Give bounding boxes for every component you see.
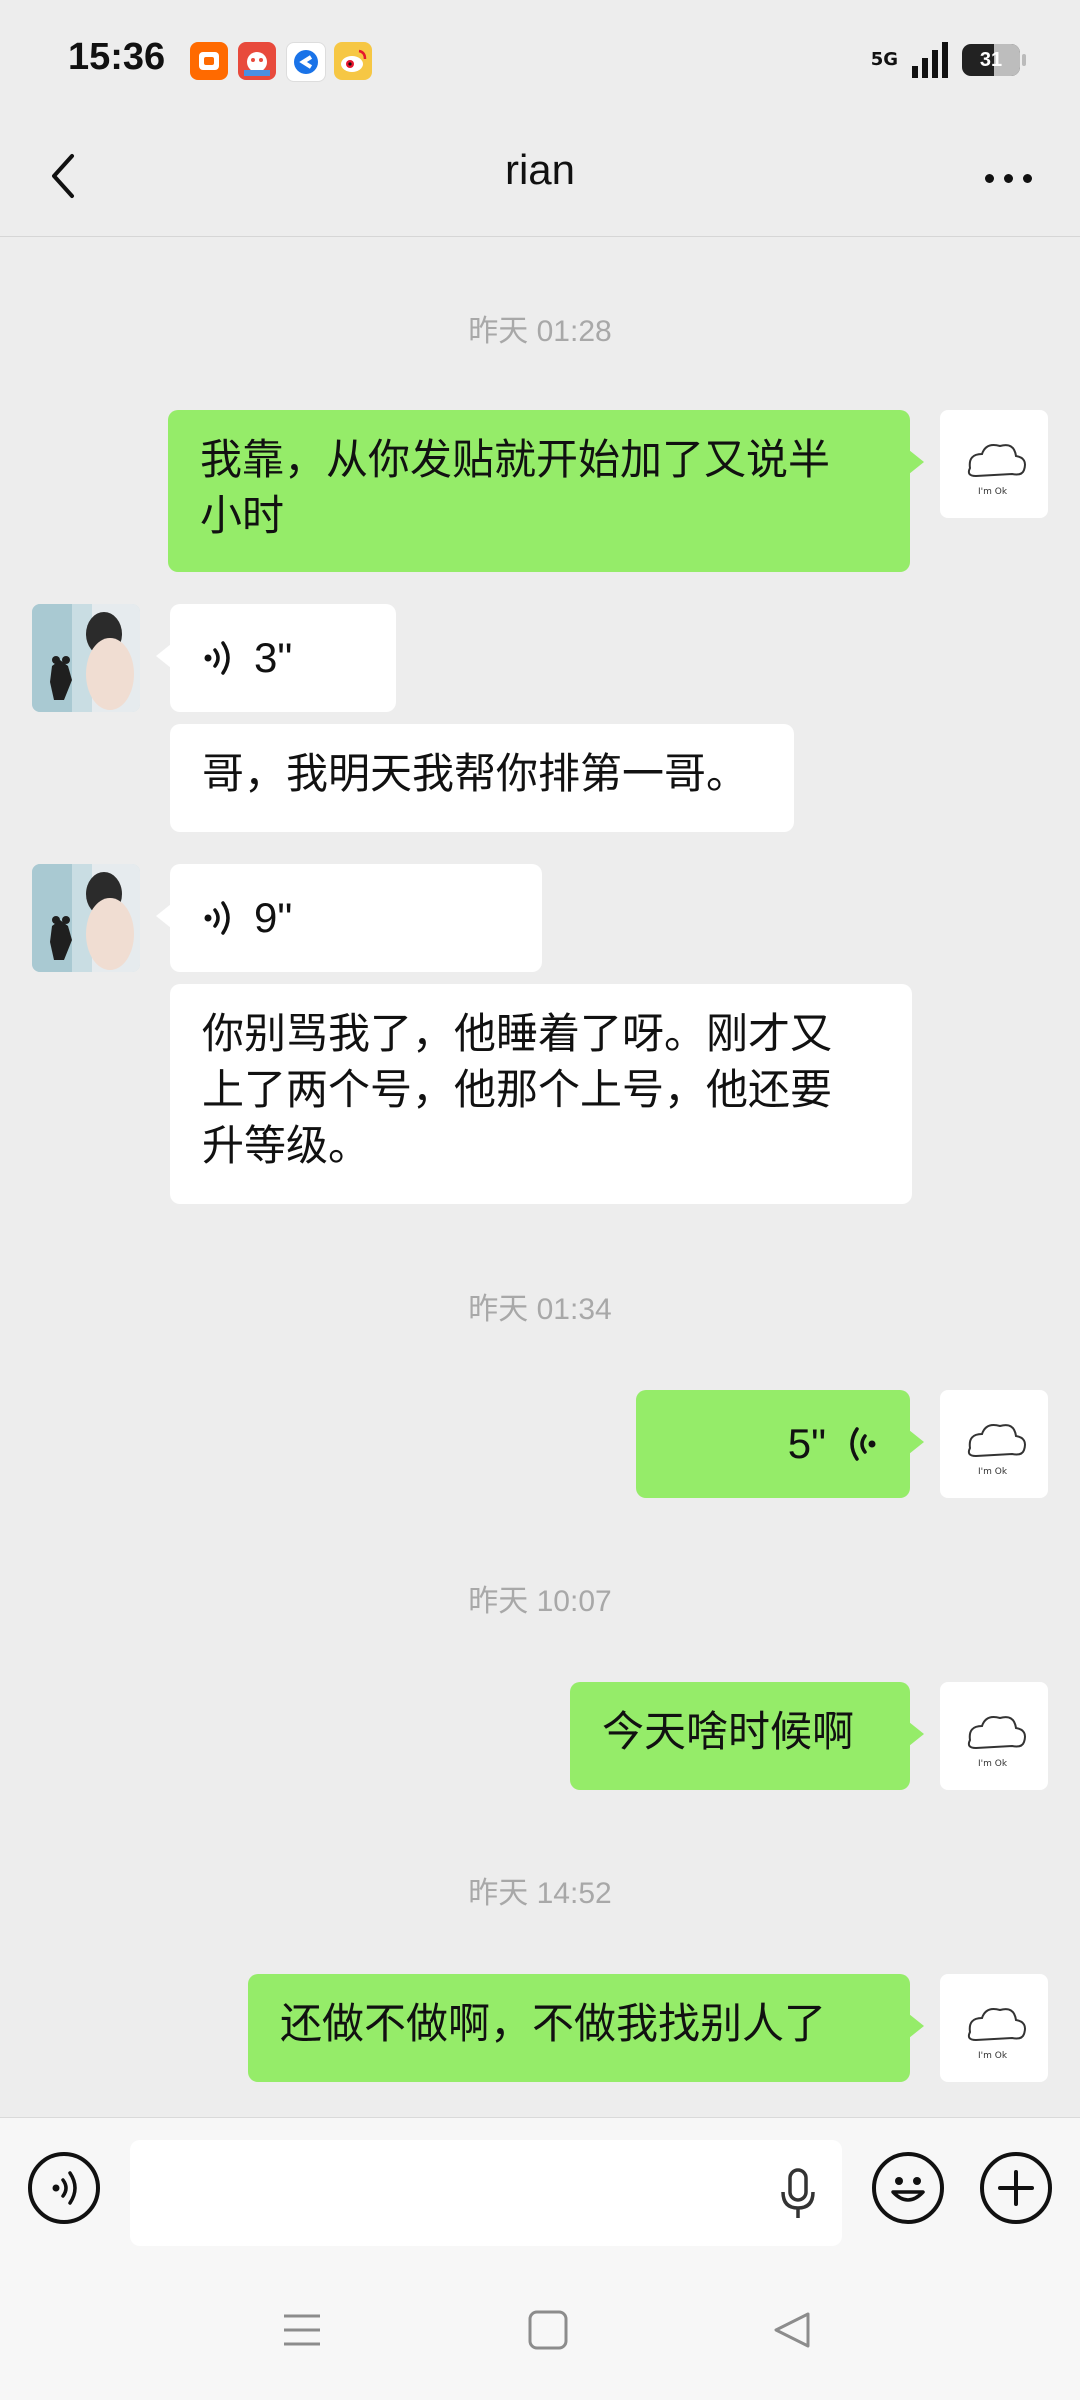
message-line: 小时	[200, 491, 285, 540]
contact-message-bubble[interactable]: 哥，我明天我帮你排第一哥。	[170, 724, 794, 832]
status-bar: 15:36 5G 31	[0, 0, 1080, 120]
timestamp: 昨天 10:07	[468, 1585, 612, 1618]
emoji-icon	[891, 2177, 925, 2202]
my-voice-message-bubble[interactable]: 5"	[636, 1390, 924, 1498]
message-line: 哥，我明天我帮你排第一哥。	[202, 749, 749, 798]
avatar-caption: I'm Ok	[978, 487, 1008, 497]
contact-message-bubble[interactable]: 你别骂我了，他睡着了呀。刚才又 上了两个号，他那个上号，他还要 升等级。	[170, 984, 912, 1204]
message-line: 上了两个号，他那个上号，他还要	[202, 1065, 833, 1114]
message-input[interactable]	[130, 2140, 842, 2246]
chat-title: rian	[504, 146, 576, 193]
more-icon	[984, 173, 994, 183]
avatar-caption: I'm Ok	[978, 1467, 1008, 1477]
status-time: 15:36	[68, 36, 166, 78]
my-message-bubble[interactable]: 今天啥时候啊	[570, 1682, 924, 1790]
my-message-bubble[interactable]: 还做不做啊，不做我找别人了	[248, 1974, 924, 2082]
timestamp: 昨天 01:34	[468, 1293, 612, 1326]
my-avatar[interactable]: I'm Ok	[940, 1390, 1048, 1498]
microphone-button[interactable]	[778, 2168, 818, 2220]
voice-wave-icon	[850, 1427, 876, 1461]
voice-mode-button[interactable]	[28, 2152, 100, 2224]
voice-wave-icon	[204, 901, 230, 935]
weibo-icon	[334, 42, 372, 80]
home-icon[interactable]	[526, 2308, 570, 2352]
voice-mode-icon	[52, 2171, 77, 2205]
avatar-caption: I'm Ok	[978, 1759, 1008, 1769]
signal-icon	[912, 42, 948, 78]
game-icon	[238, 42, 276, 80]
voice-message-bubble[interactable]: 9"	[156, 864, 542, 972]
voice-duration: 9"	[254, 894, 293, 941]
message-line: 我靠，从你发贴就开始加了又说半	[200, 435, 831, 484]
menu-icon[interactable]	[280, 2308, 324, 2352]
network-type: 5G	[870, 49, 898, 70]
more-button[interactable]	[976, 148, 1040, 208]
message-line: 你别骂我了，他睡着了呀。刚才又	[202, 1009, 833, 1058]
voice-message-bubble[interactable]: 3"	[156, 604, 396, 712]
message-line: 还做不做啊，不做我找别人了	[280, 1999, 827, 2048]
plus-icon	[998, 2170, 1034, 2206]
input-bar	[0, 2117, 1080, 2258]
voice-wave-icon	[204, 641, 230, 675]
timestamp: 昨天 01:28	[468, 315, 612, 348]
message-line: 今天啥时候啊	[602, 1707, 855, 1756]
browser-icon	[286, 42, 326, 82]
back-triangle-icon[interactable]	[770, 2308, 814, 2352]
plus-button[interactable]	[980, 2152, 1052, 2224]
system-navigation-bar	[0, 2258, 1080, 2400]
my-avatar[interactable]: I'm Ok	[940, 410, 1048, 518]
voice-duration: 5"	[787, 1420, 826, 1467]
voice-duration: 3"	[254, 634, 293, 681]
battery-icon: 31	[962, 44, 1026, 76]
my-avatar[interactable]: I'm Ok	[940, 1974, 1048, 2082]
contact-avatar[interactable]	[32, 604, 140, 712]
my-avatar[interactable]: I'm Ok	[940, 1682, 1048, 1790]
taobao-icon	[190, 42, 228, 80]
avatar-caption: I'm Ok	[978, 2051, 1008, 2061]
my-message-bubble[interactable]: 我靠，从你发贴就开始加了又说半 小时	[168, 410, 924, 572]
timestamp: 昨天 14:52	[468, 1877, 612, 1910]
message-line: 升等级。	[202, 1121, 371, 1170]
microphone-icon	[781, 2168, 815, 2218]
emoji-button[interactable]	[872, 2152, 944, 2224]
contact-avatar[interactable]	[32, 864, 140, 972]
chat-header: rian	[0, 120, 1080, 237]
battery-level: 31	[979, 48, 1003, 71]
